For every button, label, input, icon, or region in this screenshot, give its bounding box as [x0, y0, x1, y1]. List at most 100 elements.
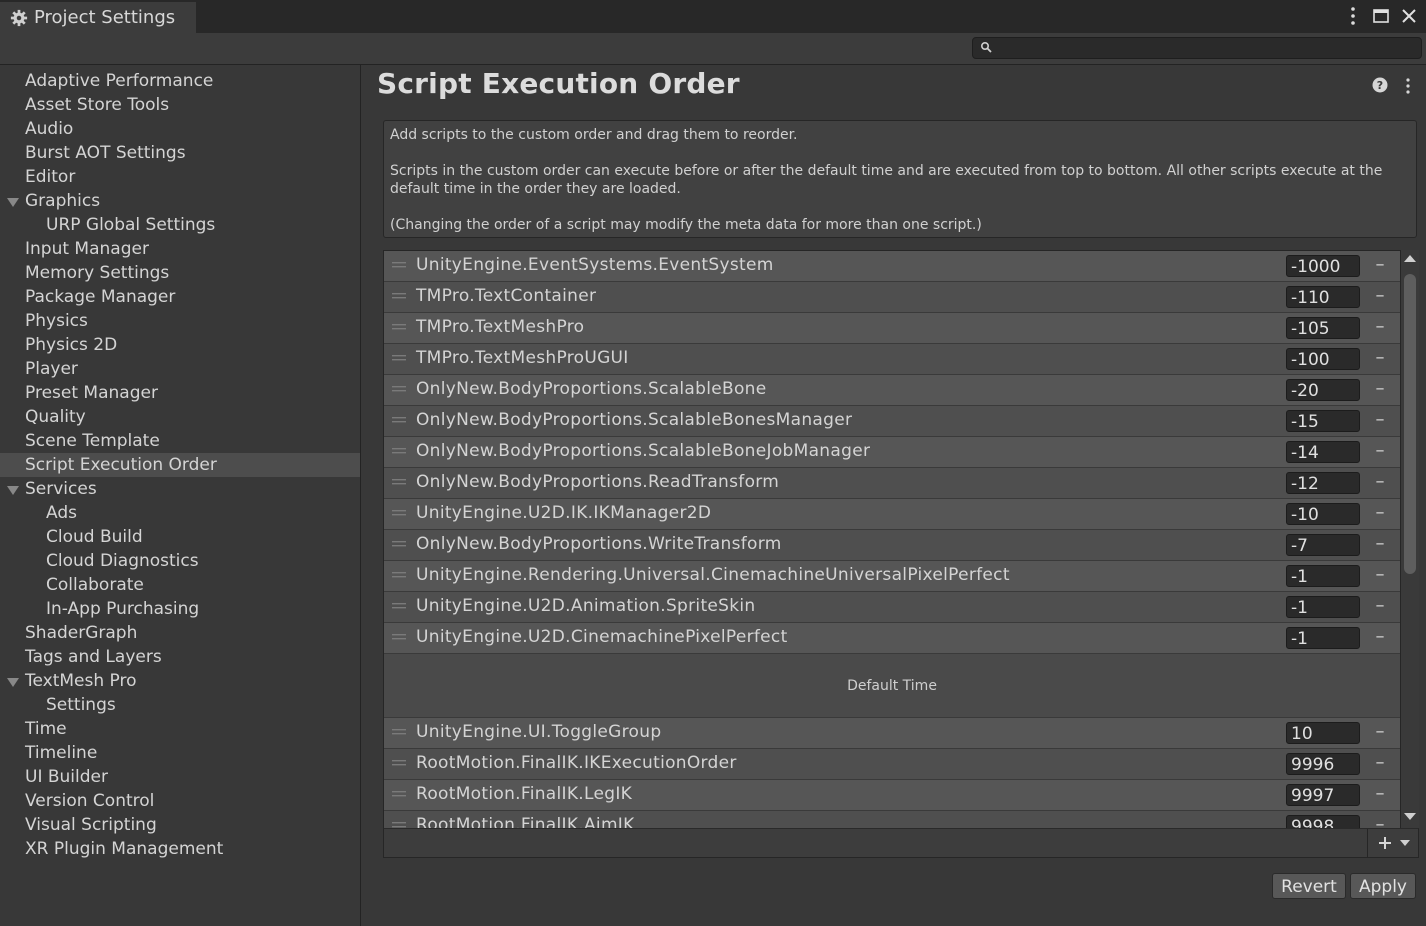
- remove-script-button[interactable]: –: [1372, 442, 1388, 462]
- remove-script-button[interactable]: –: [1372, 256, 1388, 276]
- script-row[interactable]: UnityEngine.Rendering.Universal.Cinemach…: [384, 561, 1400, 592]
- execution-order-field[interactable]: -1000: [1286, 255, 1360, 277]
- execution-order-field[interactable]: -15: [1286, 410, 1360, 432]
- sidebar-item[interactable]: Package Manager: [0, 285, 360, 309]
- drag-handle-icon[interactable]: [392, 293, 406, 299]
- sidebar-item[interactable]: XR Plugin Management: [0, 837, 360, 861]
- execution-order-field[interactable]: -14: [1286, 441, 1360, 463]
- remove-script-button[interactable]: –: [1372, 754, 1388, 774]
- search-input[interactable]: [997, 39, 1411, 57]
- foldout-arrow-icon[interactable]: [7, 198, 19, 207]
- scroll-up-arrow-icon[interactable]: [1404, 255, 1416, 262]
- script-row[interactable]: UnityEngine.U2D.CinemachinePixelPerfect -…: [384, 623, 1400, 654]
- apply-button[interactable]: Apply: [1350, 873, 1416, 899]
- remove-script-button[interactable]: –: [1372, 504, 1388, 524]
- execution-order-field[interactable]: -105: [1286, 317, 1360, 339]
- sidebar-item[interactable]: Scene Template: [0, 429, 360, 453]
- sidebar-item[interactable]: Tags and Layers: [0, 645, 360, 669]
- revert-button[interactable]: Revert: [1272, 873, 1346, 899]
- drag-handle-icon[interactable]: [392, 417, 406, 423]
- drag-handle-icon[interactable]: [392, 479, 406, 485]
- drag-handle-icon[interactable]: [392, 448, 406, 454]
- execution-order-field[interactable]: -100: [1286, 348, 1360, 370]
- remove-script-button[interactable]: –: [1372, 318, 1388, 338]
- sidebar-item[interactable]: Cloud Build: [0, 525, 360, 549]
- execution-order-field[interactable]: 9996: [1286, 753, 1360, 775]
- add-script-button[interactable]: [1367, 829, 1420, 857]
- execution-order-field[interactable]: -1: [1286, 565, 1360, 587]
- remove-script-button[interactable]: –: [1372, 566, 1388, 586]
- drag-handle-icon[interactable]: [392, 324, 406, 330]
- foldout-arrow-icon[interactable]: [7, 678, 19, 687]
- sidebar-item[interactable]: Adaptive Performance: [0, 69, 360, 93]
- scroll-down-arrow-icon[interactable]: [1404, 813, 1416, 820]
- help-icon[interactable]: ?: [1372, 77, 1388, 93]
- script-row[interactable]: OnlyNew.BodyProportions.ReadTransform -12…: [384, 468, 1400, 499]
- script-row[interactable]: UnityEngine.U2D.IK.IKManager2D -10–: [384, 499, 1400, 530]
- sidebar-item[interactable]: Timeline: [0, 741, 360, 765]
- remove-script-button[interactable]: –: [1372, 287, 1388, 307]
- list-scrollbar[interactable]: [1401, 250, 1419, 828]
- execution-order-field[interactable]: 10: [1286, 722, 1360, 744]
- script-row[interactable]: TMPro.TextMeshPro -105–: [384, 313, 1400, 344]
- more-options-icon[interactable]: [1344, 5, 1362, 27]
- sidebar-item[interactable]: Graphics: [0, 189, 360, 213]
- close-icon[interactable]: [1400, 5, 1418, 27]
- script-row[interactable]: OnlyNew.BodyProportions.ScalableBonesMan…: [384, 406, 1400, 437]
- sidebar-item[interactable]: URP Global Settings: [0, 213, 360, 237]
- sidebar-item[interactable]: Editor: [0, 165, 360, 189]
- drag-handle-icon[interactable]: [392, 262, 406, 268]
- sidebar-item[interactable]: Script Execution Order: [0, 453, 360, 477]
- sidebar-item[interactable]: Player: [0, 357, 360, 381]
- drag-handle-icon[interactable]: [392, 510, 406, 516]
- execution-order-field[interactable]: -7: [1286, 534, 1360, 556]
- execution-order-field[interactable]: -10: [1286, 503, 1360, 525]
- sidebar-item[interactable]: Visual Scripting: [0, 813, 360, 837]
- script-row[interactable]: OnlyNew.BodyProportions.WriteTransform -7…: [384, 530, 1400, 561]
- execution-order-field[interactable]: -20: [1286, 379, 1360, 401]
- remove-script-button[interactable]: –: [1372, 411, 1388, 431]
- sidebar-item[interactable]: Ads: [0, 501, 360, 525]
- remove-script-button[interactable]: –: [1372, 380, 1388, 400]
- drag-handle-icon[interactable]: [392, 791, 406, 797]
- sidebar-item[interactable]: Settings: [0, 693, 360, 717]
- execution-order-field[interactable]: 9998: [1286, 815, 1360, 829]
- scrollbar-thumb[interactable]: [1404, 274, 1416, 574]
- execution-order-field[interactable]: 9997: [1286, 784, 1360, 806]
- script-row[interactable]: TMPro.TextContainer -110–: [384, 282, 1400, 313]
- remove-script-button[interactable]: –: [1372, 473, 1388, 493]
- sidebar-item[interactable]: Physics 2D: [0, 333, 360, 357]
- sidebar-item[interactable]: Services: [0, 477, 360, 501]
- sidebar-item[interactable]: Physics: [0, 309, 360, 333]
- script-row[interactable]: RootMotion.FinalIK.LegIK 9997–: [384, 780, 1400, 811]
- sidebar-item[interactable]: Burst AOT Settings: [0, 141, 360, 165]
- drag-handle-icon[interactable]: [392, 603, 406, 609]
- drag-handle-icon[interactable]: [392, 729, 406, 735]
- sidebar-item[interactable]: Input Manager: [0, 237, 360, 261]
- sidebar-item[interactable]: Memory Settings: [0, 261, 360, 285]
- sidebar-item[interactable]: Preset Manager: [0, 381, 360, 405]
- drag-handle-icon[interactable]: [392, 760, 406, 766]
- sidebar-item[interactable]: Audio: [0, 117, 360, 141]
- script-row[interactable]: TMPro.TextMeshProUGUI -100–: [384, 344, 1400, 375]
- sidebar-item[interactable]: Version Control: [0, 789, 360, 813]
- search-box[interactable]: [972, 37, 1422, 59]
- remove-script-button[interactable]: –: [1372, 628, 1388, 648]
- window-tab[interactable]: Project Settings: [0, 2, 196, 33]
- execution-order-field[interactable]: -12: [1286, 472, 1360, 494]
- drag-handle-icon[interactable]: [392, 634, 406, 640]
- remove-script-button[interactable]: –: [1372, 597, 1388, 617]
- execution-order-field[interactable]: -1: [1286, 596, 1360, 618]
- remove-script-button[interactable]: –: [1372, 535, 1388, 555]
- sidebar-item[interactable]: Cloud Diagnostics: [0, 549, 360, 573]
- script-row[interactable]: RootMotion.FinalIK.IKExecutionOrder 9996–: [384, 749, 1400, 780]
- maximize-icon[interactable]: [1372, 5, 1390, 27]
- settings-menu-icon[interactable]: [1403, 77, 1413, 95]
- execution-order-field[interactable]: -1: [1286, 627, 1360, 649]
- sidebar-item[interactable]: Time: [0, 717, 360, 741]
- sidebar-item[interactable]: TextMesh Pro: [0, 669, 360, 693]
- drag-handle-icon[interactable]: [392, 541, 406, 547]
- drag-handle-icon[interactable]: [392, 355, 406, 361]
- execution-order-field[interactable]: -110: [1286, 286, 1360, 308]
- drag-handle-icon[interactable]: [392, 386, 406, 392]
